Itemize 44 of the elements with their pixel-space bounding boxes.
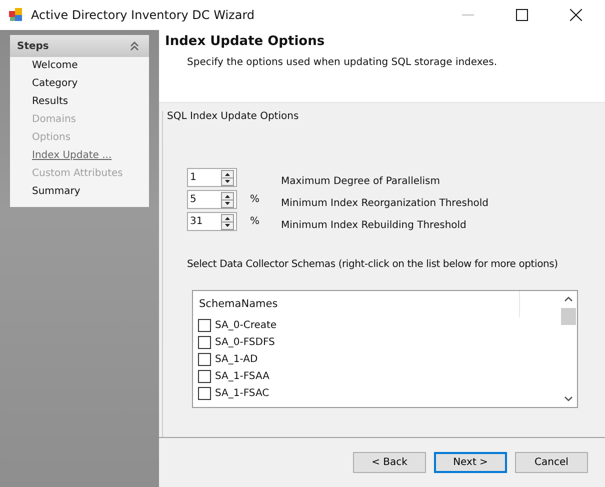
page-description: Specify the options used when updating SQL storage indexes. — [187, 57, 498, 68]
number-spinner[interactable]: 1 — [187, 168, 237, 187]
spin-arrows-icon[interactable] — [221, 192, 234, 208]
schema-name: SA_1-FSAA — [215, 371, 270, 382]
checkbox[interactable] — [198, 387, 211, 400]
app-icon — [9, 8, 23, 22]
checkbox[interactable] — [198, 353, 211, 366]
scroll-thumb[interactable] — [561, 308, 576, 325]
wizard-button[interactable]: Next > — [434, 452, 507, 473]
unit-label: % — [250, 194, 260, 205]
spin-arrows-icon[interactable] — [221, 170, 234, 186]
schema-name: SA_1-FSAC — [215, 388, 270, 399]
checkbox[interactable] — [198, 336, 211, 349]
group-title: SQL Index Update Options — [167, 111, 299, 122]
window-title: Active Directory Inventory DC Wizard — [31, 8, 255, 22]
collapse-icon[interactable] — [130, 41, 139, 51]
checkbox[interactable] — [198, 370, 211, 383]
scroll-down-icon[interactable] — [564, 396, 573, 402]
maximize-icon[interactable] — [516, 9, 528, 21]
schema-list[interactable]: SchemaNames SA_0-Create SA_0-FSDFS SA_1-AD SA_1-FSAA SA_1-FSAC — [192, 290, 578, 408]
column-header[interactable]: SchemaNames — [199, 298, 278, 310]
step-item[interactable]: Index Update ... — [10, 147, 149, 165]
number-spinner[interactable]: 5 — [187, 190, 237, 209]
step-item[interactable]: Welcome — [10, 57, 149, 75]
step-item[interactable]: Summary — [10, 183, 149, 201]
schema-name: SA_0-FSDFS — [215, 337, 275, 348]
schema-name: SA_0-Create — [215, 320, 277, 331]
steps-title: Steps — [17, 40, 49, 52]
list-caption: Select Data Collector Schemas (right-click on the list below for more options) — [187, 259, 559, 270]
wizard-button[interactable]: < Back — [353, 452, 426, 473]
page-title: Index Update Options — [165, 34, 326, 49]
checkbox[interactable] — [198, 319, 211, 332]
step-item[interactable]: Category — [10, 75, 149, 93]
close-icon[interactable] — [570, 9, 582, 21]
scroll-up-icon[interactable] — [564, 296, 573, 302]
unit-label: % — [250, 216, 260, 227]
spin-arrows-icon[interactable] — [221, 214, 234, 230]
wizard-button[interactable]: Cancel — [515, 452, 588, 473]
step-item[interactable]: Results — [10, 93, 149, 111]
number-spinner[interactable]: 31 — [187, 212, 237, 231]
setting-label: Maximum Degree of Parallelism — [281, 176, 440, 187]
setting-label: Minimum Index Reorganization Threshold — [281, 198, 489, 209]
setting-label: Minimum Index Rebuilding Threshold — [281, 220, 466, 231]
schema-name: SA_1-AD — [215, 354, 258, 365]
